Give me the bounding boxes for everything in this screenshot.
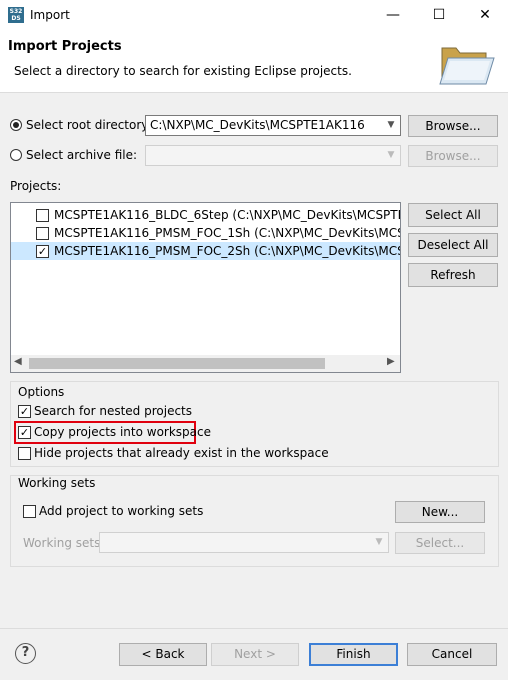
hide-existing-checkbox[interactable] xyxy=(18,447,31,460)
root-directory-radio[interactable] xyxy=(10,119,22,131)
project-checkbox[interactable] xyxy=(36,227,49,240)
browse-archive-button[interactable]: Browse... xyxy=(408,145,498,167)
working-sets-combo[interactable]: ▼ xyxy=(99,532,389,553)
archive-file-combo[interactable]: ▼ xyxy=(145,145,401,166)
list-item[interactable]: MCSPTE1AK116_PMSM_FOC_1Sh (C:\NXP\MC_Dev… xyxy=(11,224,400,242)
root-directory-label: Select root directory: xyxy=(26,118,152,132)
root-directory-combo[interactable]: C:\NXP\MC_DevKits\MCSPTE1AK116 ▼ xyxy=(145,115,401,136)
projects-list[interactable]: MCSPTE1AK116_BLDC_6Step (C:\NXP\MC_DevKi… xyxy=(10,202,401,373)
project-label: MCSPTE1AK116_PMSM_FOC_1Sh (C:\NXP\MC_Dev… xyxy=(54,226,400,240)
project-checkbox[interactable] xyxy=(36,209,49,222)
next-button[interactable]: Next > xyxy=(211,643,299,666)
working-sets-title: Working sets xyxy=(18,476,96,490)
chevron-down-icon: ▼ xyxy=(387,120,395,130)
back-button[interactable]: < Back xyxy=(119,643,207,666)
projects-label: Projects: xyxy=(10,179,62,193)
archive-file-radio[interactable] xyxy=(10,149,22,161)
copy-projects-checkbox[interactable]: ✓ xyxy=(18,426,31,439)
footer-separator xyxy=(0,628,508,629)
scroll-right-icon[interactable]: ▶ xyxy=(387,356,395,367)
radio-dot-icon xyxy=(13,122,19,128)
maximize-button[interactable]: ☐ xyxy=(416,0,462,30)
finish-button[interactable]: Finish xyxy=(309,643,398,666)
scrollbar-thumb[interactable] xyxy=(29,358,325,369)
folder-icon xyxy=(439,47,495,85)
chevron-down-icon: ▼ xyxy=(375,537,383,547)
cancel-button[interactable]: Cancel xyxy=(407,643,497,666)
working-sets-label: Working sets: xyxy=(23,536,105,550)
horizontal-scrollbar[interactable]: ◀ ▶ xyxy=(11,355,400,372)
new-working-set-button[interactable]: New... xyxy=(395,501,485,523)
root-directory-value: C:\NXP\MC_DevKits\MCSPTE1AK116 xyxy=(150,118,365,132)
archive-file-label: Select archive file: xyxy=(26,148,138,162)
window-title: Import xyxy=(30,8,70,22)
add-to-working-sets-checkbox[interactable] xyxy=(23,505,36,518)
page-title: Import Projects xyxy=(8,39,122,54)
refresh-button[interactable]: Refresh xyxy=(408,263,498,287)
nested-projects-label: Search for nested projects xyxy=(34,404,193,418)
project-label: MCSPTE1AK116_PMSM_FOC_2Sh (C:\NXP\MC_Dev… xyxy=(54,244,400,258)
nested-projects-checkbox[interactable]: ✓ xyxy=(18,405,31,418)
close-button[interactable]: ✕ xyxy=(462,0,508,30)
select-all-button[interactable]: Select All xyxy=(408,203,498,227)
minimize-button[interactable]: — xyxy=(370,0,416,30)
app-icon-text: S32 DS xyxy=(9,8,23,22)
hide-existing-label: Hide projects that already exist in the … xyxy=(34,446,329,460)
app-icon: S32 DS xyxy=(8,7,24,23)
chevron-down-icon: ▼ xyxy=(387,150,395,160)
options-title: Options xyxy=(18,385,65,399)
add-to-working-sets-label: Add project to working sets xyxy=(39,504,204,518)
list-item[interactable]: MCSPTE1AK116_BLDC_6Step (C:\NXP\MC_DevKi… xyxy=(11,206,400,224)
browse-root-button[interactable]: Browse... xyxy=(408,115,498,137)
project-label: MCSPTE1AK116_BLDC_6Step (C:\NXP\MC_DevKi… xyxy=(54,208,400,222)
scroll-left-icon[interactable]: ◀ xyxy=(14,356,22,367)
page-description: Select a directory to search for existin… xyxy=(14,64,352,78)
select-working-set-button[interactable]: Select... xyxy=(395,532,485,554)
copy-projects-label: Copy projects into workspace xyxy=(34,425,212,439)
deselect-all-button[interactable]: Deselect All xyxy=(408,233,498,257)
help-icon[interactable]: ? xyxy=(15,643,36,664)
project-checkbox[interactable]: ✓ xyxy=(36,245,49,258)
list-item[interactable]: ✓ MCSPTE1AK116_PMSM_FOC_2Sh (C:\NXP\MC_D… xyxy=(11,242,400,260)
